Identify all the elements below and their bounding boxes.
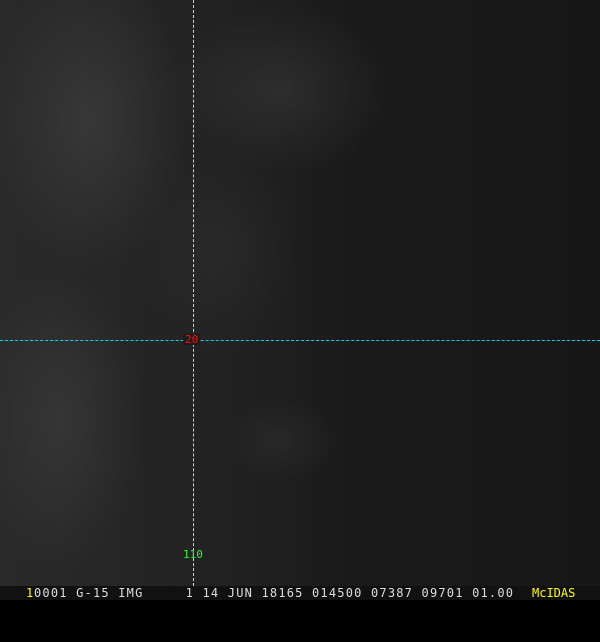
satellite-image: 20 110: [0, 0, 600, 586]
status-bar: 1 0001 G-15 IMG 1 14 JUN 18165 014500 07…: [0, 586, 600, 600]
latitude-label: 20: [183, 333, 201, 346]
longitude-label: 110: [183, 548, 203, 561]
image-info: 0001 G-15 IMG 1 14 JUN 18165 014500 0738…: [34, 586, 515, 600]
mcidas-logo: McIDAS: [532, 586, 576, 600]
frame-number: 1: [26, 586, 34, 600]
longitude-line: [193, 0, 194, 586]
latitude-line: [0, 340, 600, 341]
